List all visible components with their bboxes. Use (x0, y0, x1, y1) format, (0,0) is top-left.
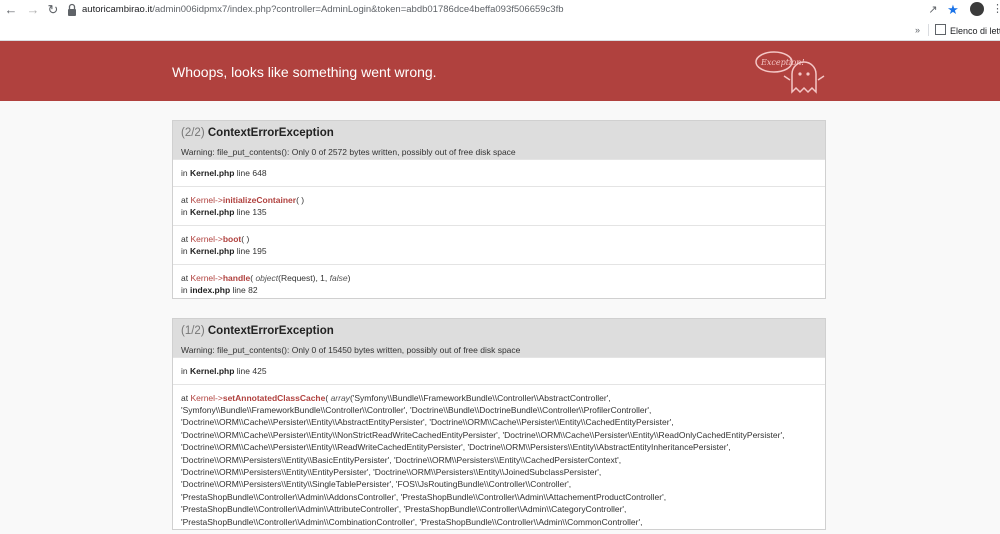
trace-arg-line: 'PrestaShopBundle\\Controller\\Admin\\Ad… (181, 491, 667, 502)
trace-file: Kernel.php (190, 246, 235, 256)
profile-avatar[interactable] (970, 2, 984, 16)
reading-list-icon (935, 24, 946, 35)
trace-arg-line: 'PrestaShopBundle\\Controller\\Admin\\At… (181, 504, 627, 515)
trace-line: 82 (248, 285, 258, 295)
trace-class: Kernel (190, 392, 216, 403)
trace-line: 135 (252, 207, 267, 217)
error-header: Whoops, looks like something went wrong.… (0, 41, 1000, 101)
star-icon[interactable]: ★ (946, 3, 960, 17)
trace-arg-line: 'Doctrine\\ORM\\Persisters\\Entity\\Sing… (181, 479, 572, 490)
exception-message: Warning: file_put_contents(): Only 0 of … (181, 147, 516, 157)
exception-block: (1/2) ContextErrorException Warning: fil… (172, 318, 826, 530)
bookmarks-more-icon[interactable]: » (915, 25, 920, 35)
trace-arg-line: 'Doctrine\\ORM\\Persisters\\Entity\\Basi… (181, 454, 622, 465)
trace-class: Kernel (190, 272, 216, 283)
menu-icon[interactable]: ⋮ (992, 2, 1000, 15)
trace-method: boot (222, 233, 242, 244)
reading-list-label: Elenco di lettura (950, 26, 1000, 36)
lock-icon[interactable] (66, 3, 78, 17)
exception-title: (1/2) ContextErrorException (181, 325, 817, 337)
trace-method: handle (222, 272, 251, 283)
exception-message: Warning: file_put_contents(): Only 0 of … (181, 345, 521, 355)
trace-arg-line: 'PrestaShopBundle\\Controller\\Admin\\Co… (181, 516, 643, 527)
trace-method: initializeContainer (222, 194, 297, 205)
trace-class: Kernel (190, 194, 216, 205)
trace-class: Kernel (190, 233, 216, 244)
page-title: Whoops, looks like something went wrong. (172, 64, 437, 80)
back-icon[interactable]: ← (3, 2, 19, 18)
trace-arg-line: ('Symfony\\Bundle\\FrameworkBundle\\Cont… (349, 392, 611, 403)
share-icon[interactable]: ↗ (926, 3, 940, 17)
trace-arg-line: 'Doctrine\\ORM\\Cache\\Persister\\Entity… (181, 429, 785, 440)
trace-item: at Kernel->boot( ) in Kernel.php line 19… (173, 224, 825, 264)
exception-name: ContextErrorException (207, 127, 334, 139)
exception-counter: (2/2) (181, 127, 205, 139)
trace-line: 195 (252, 246, 267, 256)
ghost-label: Exception! (760, 58, 805, 67)
forward-icon[interactable]: → (25, 2, 41, 18)
trace-arg-line: 'Doctrine\\ORM\\Persisters\\Entity\\Enti… (181, 466, 602, 477)
trace-item: at Kernel->handle( object(Request), 1, f… (173, 263, 825, 303)
reading-list-button[interactable]: Elenco di lettura (935, 24, 1000, 36)
trace-line: 425 (252, 366, 267, 376)
trace-file: Kernel.php (190, 207, 235, 217)
trace-file: Kernel.php (190, 168, 235, 178)
exception-name: ContextErrorException (207, 325, 334, 337)
exception-header: (2/2) ContextErrorException Warning: fil… (173, 121, 825, 159)
trace-arg-line: 'Doctrine\\ORM\\Cache\\Persister\\Entity… (181, 442, 731, 453)
url-path: /admin006idpmx7/index.php?controller=Adm… (152, 4, 564, 15)
browser-chrome: ← → ↻ autoricambirao.it/admin006idpmx7/i… (0, 0, 1000, 41)
trace-line: 648 (252, 168, 267, 178)
exception-ghost-icon: Exception! (755, 51, 825, 94)
url-host: autoricambirao.it (82, 4, 153, 15)
trace-args: (Request), 1, (278, 272, 330, 283)
trace-arg-type: object (255, 272, 279, 283)
trace-file: Kernel.php (190, 366, 235, 376)
trace-arg-false: false (329, 272, 348, 283)
bookmarks-divider (928, 24, 929, 36)
trace-arg-type: array (330, 392, 350, 403)
trace-arg-line: 'Symfony\\Bundle\\FrameworkBundle\\Contr… (181, 404, 652, 415)
trace-item: at Kernel->initializeContainer( ) in Ker… (173, 185, 825, 225)
exception-title: (2/2) ContextErrorException (181, 127, 817, 139)
trace-arg-line: 'Doctrine\\ORM\\Cache\\Persister\\Entity… (181, 417, 674, 428)
exception-header: (1/2) ContextErrorException Warning: fil… (173, 319, 825, 357)
exception-counter: (1/2) (181, 325, 205, 337)
address-bar[interactable]: autoricambirao.it/admin006idpmx7/index.p… (82, 4, 564, 15)
reload-icon[interactable]: ↻ (45, 2, 61, 18)
trace-file: index.php (190, 285, 231, 295)
trace-method: setAnnotatedClassCache (222, 392, 326, 403)
exception-block: (2/2) ContextErrorException Warning: fil… (172, 120, 826, 299)
trace-item: in Kernel.php line 648 (173, 159, 825, 186)
trace-item: in Kernel.php line 425 (173, 357, 825, 384)
trace-item: at Kernel->setAnnotatedClassCache( array… (173, 383, 825, 534)
